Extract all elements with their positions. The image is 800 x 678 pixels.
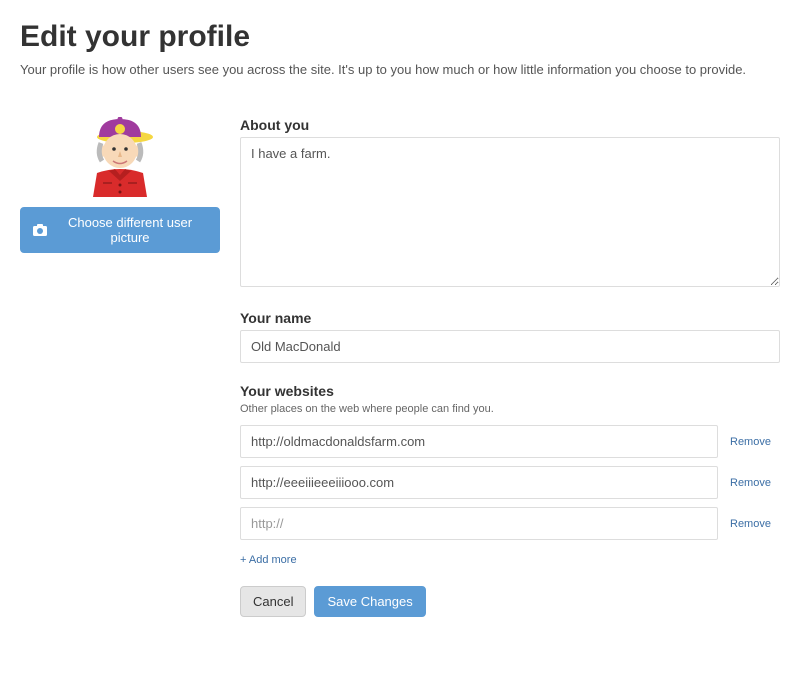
cancel-button[interactable]: Cancel	[240, 586, 306, 617]
website-input[interactable]	[240, 425, 718, 458]
websites-help: Other places on the web where people can…	[240, 403, 780, 415]
add-more-link[interactable]: + Add more	[240, 554, 297, 566]
page-title: Edit your profile	[20, 20, 780, 54]
name-label: Your name	[240, 310, 780, 326]
remove-website-link[interactable]: Remove	[730, 518, 780, 530]
about-label: About you	[240, 117, 780, 133]
choose-picture-label: Choose different user picture	[53, 215, 207, 245]
name-input[interactable]	[240, 330, 780, 363]
save-button[interactable]: Save Changes	[314, 586, 425, 617]
website-input[interactable]	[240, 507, 718, 540]
avatar	[75, 117, 165, 197]
choose-picture-button[interactable]: Choose different user picture	[20, 207, 220, 253]
page-subtitle: Your profile is how other users see you …	[20, 62, 780, 77]
camera-icon	[33, 224, 47, 236]
remove-website-link[interactable]: Remove	[730, 436, 780, 448]
about-textarea[interactable]	[240, 137, 780, 287]
website-input[interactable]	[240, 466, 718, 499]
remove-website-link[interactable]: Remove	[730, 477, 780, 489]
websites-label: Your websites	[240, 383, 780, 399]
